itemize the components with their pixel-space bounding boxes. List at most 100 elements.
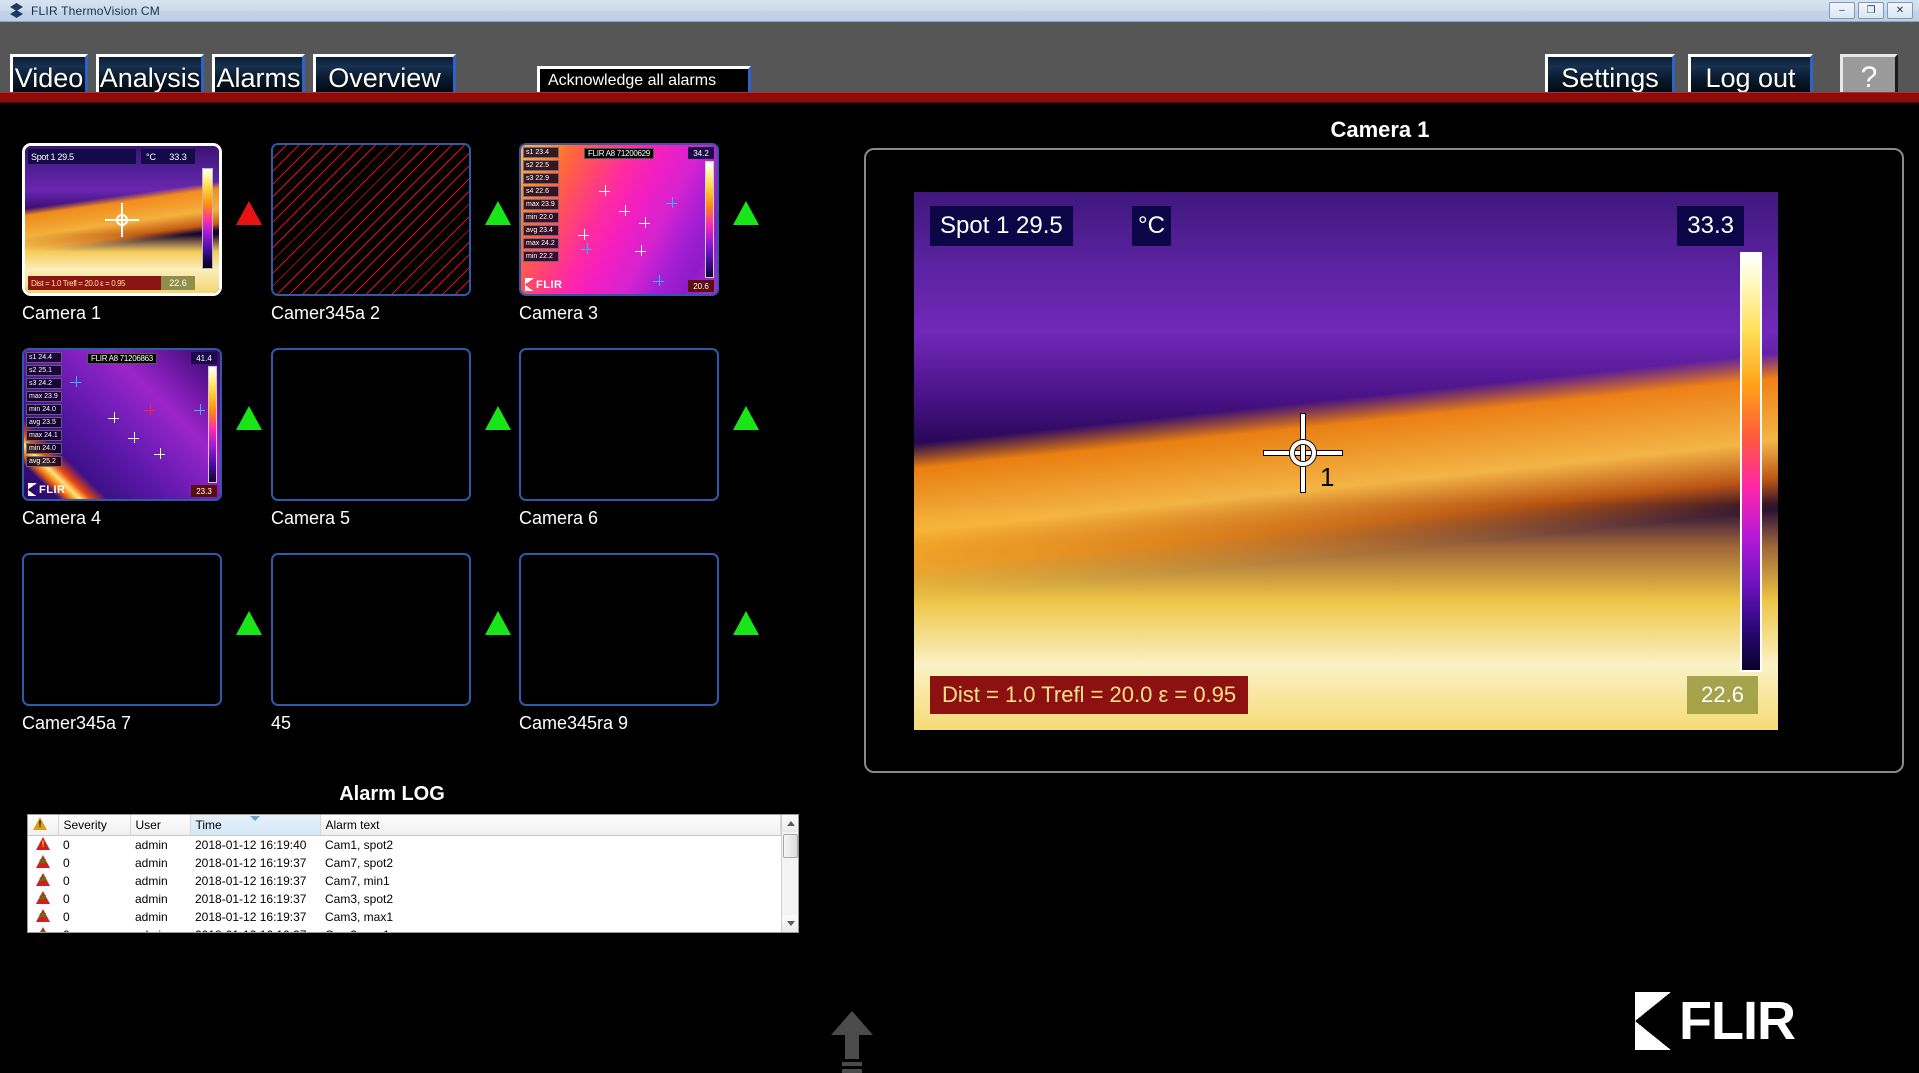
table-row[interactable]: 0 admin 2018-01-12 16:19:40 Cam1, spot2: [28, 836, 781, 855]
thumb-crosshair-icon: [105, 203, 139, 237]
camera-thumbnail-2[interactable]: [271, 143, 471, 296]
status-arrow-5: [485, 406, 511, 430]
row-user: admin: [130, 908, 190, 926]
row-severity: 0: [58, 872, 130, 890]
column-header-severity[interactable]: Severity: [58, 815, 130, 836]
camera-tile-1[interactable]: Spot 1 29.5 °C 33.3 Dist = 1.0 Trefl = 2…: [22, 143, 272, 324]
row-severity: 0: [58, 908, 130, 926]
flir-logo: FLIR: [1635, 990, 1795, 1052]
camera-label-4: Camera 4: [22, 508, 272, 529]
table-row[interactable]: 0 admin 2018-01-12 16:19:37 Cam3, avg1: [28, 926, 781, 932]
thumb3-readout: s1 23.4: [523, 147, 559, 158]
row-alarm-text: Cam3, avg1: [320, 926, 781, 932]
scroll-down-button[interactable]: [782, 915, 799, 932]
thumb3-camera-id: FLIR A8 71200629: [584, 148, 654, 159]
camera-tile-3[interactable]: FLIR A8 71200629 s1 23.4 s2 22.5 s3 22.9…: [519, 143, 769, 324]
main-camera-title: Camera 1: [860, 117, 1900, 143]
camera-thumbnail-7[interactable]: [22, 553, 222, 706]
camera-tile-7[interactable]: Camer345a 7: [22, 553, 272, 734]
camera-thumbnail-5[interactable]: [271, 348, 471, 501]
row-user: admin: [130, 872, 190, 890]
main-thermal-image[interactable]: Spot 1 29.5 °C 33.3 Dist = 1.0 Trefl = 2…: [914, 192, 1778, 730]
camera-thumbnail-6[interactable]: [519, 348, 719, 501]
column-header-time[interactable]: Time: [190, 815, 320, 836]
camera-label-8: 45: [271, 713, 521, 734]
camera-tile-6[interactable]: Camera 6: [519, 348, 769, 529]
thumb4-brand-text: FLIR: [39, 484, 65, 496]
table-row[interactable]: 0 admin 2018-01-12 16:19:37 Cam3, max1: [28, 908, 781, 926]
table-row[interactable]: 0 admin 2018-01-12 16:19:37 Cam3, spot2: [28, 890, 781, 908]
row-status-icon: [28, 872, 58, 890]
ok-icon: [36, 909, 50, 922]
column-header-icon[interactable]: [28, 815, 58, 836]
minimize-button[interactable]: –: [1829, 2, 1855, 19]
acknowledge-all-alarms-button[interactable]: Acknowledge all alarms: [537, 66, 751, 95]
status-accent-bar: [0, 92, 1919, 103]
camera-thumbnail-4[interactable]: FLIR A8 71206863 s1 24.4 s2 25.1 s3 24.2…: [22, 348, 222, 501]
main-measurement-params: Dist = 1.0 Trefl = 20.0 ε = 0.95: [930, 676, 1248, 714]
alarm-log-scrollbar[interactable]: [781, 815, 798, 932]
row-severity: 0: [58, 926, 130, 932]
row-status-icon: [28, 926, 58, 932]
scrollbar-thumb[interactable]: [783, 834, 798, 858]
row-time: 2018-01-12 16:19:40: [190, 836, 320, 855]
camera-thumbnail-3[interactable]: FLIR A8 71200629 s1 23.4 s2 22.5 s3 22.9…: [519, 143, 719, 296]
window-title-bar: FLIR ThermoVision CM – ❐ ✕: [0, 0, 1919, 22]
main-crosshair-icon[interactable]: 1: [1264, 414, 1342, 492]
thumb3-spot-marker: [619, 205, 630, 216]
thumb3-scale-min: 20.6: [688, 280, 714, 292]
camera-thumbnail-8[interactable]: [271, 553, 471, 706]
thumb-params: Dist = 1.0 Trefl = 20.0 ε = 0.95: [28, 276, 176, 290]
camera-tile-5[interactable]: Camera 5: [271, 348, 521, 529]
column-header-time-label: Time: [196, 818, 222, 832]
row-alarm-text: Cam3, max1: [320, 908, 781, 926]
row-alarm-text: Cam7, min1: [320, 872, 781, 890]
scroll-up-button[interactable]: [782, 815, 799, 832]
thumb3-brand-text: FLIR: [536, 279, 562, 291]
ok-icon: [36, 855, 50, 868]
close-button[interactable]: ✕: [1887, 2, 1913, 19]
main-crosshair-label: 1: [1320, 462, 1334, 493]
thumb3-spot-marker: [635, 245, 646, 256]
thumb3-readout: max 23.9: [523, 199, 559, 210]
row-time: 2018-01-12 16:19:37: [190, 926, 320, 932]
status-arrow-6: [733, 406, 759, 430]
thumbnail-row: Spot 1 29.5 °C 33.3 Dist = 1.0 Trefl = 2…: [22, 143, 762, 348]
main-color-scale: [1740, 252, 1762, 672]
thumb4-scale-max: 41.4: [191, 352, 217, 364]
table-row[interactable]: 0 admin 2018-01-12 16:19:37 Cam7, spot2: [28, 854, 781, 872]
alarm-log-panel[interactable]: Severity User Time Alarm text 0 admin: [27, 814, 799, 933]
thumb3-readout: min 22.0: [523, 212, 559, 223]
main-scale-max: 33.3: [1677, 206, 1744, 246]
warning-icon: [36, 837, 50, 850]
row-user: admin: [130, 854, 190, 872]
thumb3-color-scale: [705, 161, 714, 278]
restore-button[interactable]: ❐: [1858, 2, 1884, 19]
warning-triangle-icon: [33, 817, 47, 830]
ok-icon: [36, 873, 50, 886]
thumb3-readout: min 22.2: [523, 251, 559, 262]
camera-thumbnail-1[interactable]: Spot 1 29.5 °C 33.3 Dist = 1.0 Trefl = 2…: [22, 143, 222, 296]
camera-tile-2[interactable]: Camer345a 2: [271, 143, 521, 324]
column-header-alarm-text[interactable]: Alarm text: [320, 815, 781, 836]
flir-diamond-icon: [28, 483, 37, 496]
row-alarm-text: Cam3, spot2: [320, 890, 781, 908]
camera-thumbnail-grid: Spot 1 29.5 °C 33.3 Dist = 1.0 Trefl = 2…: [22, 143, 762, 758]
camera-tile-8[interactable]: 45: [271, 553, 521, 734]
thumb4-readout: min 24.0: [26, 404, 62, 415]
scroll-up-arrow-icon[interactable]: [828, 1011, 876, 1073]
main-unit-label: °C: [1132, 206, 1171, 246]
thumb4-readout: s1 24.4: [26, 352, 62, 363]
camera-tile-4[interactable]: FLIR A8 71206863 s1 24.4 s2 25.1 s3 24.2…: [22, 348, 272, 529]
row-alarm-text: Cam7, spot2: [320, 854, 781, 872]
camera-tile-9[interactable]: Came345ra 9: [519, 553, 769, 734]
thumb4-camera-id: FLIR A8 71206863: [87, 353, 157, 364]
status-arrow-1: [236, 201, 262, 225]
row-status-icon: [28, 908, 58, 926]
camera-thumbnail-9[interactable]: [519, 553, 719, 706]
table-row[interactable]: 0 admin 2018-01-12 16:19:37 Cam7, min1: [28, 872, 781, 890]
column-header-user[interactable]: User: [130, 815, 190, 836]
thermal-image-3: FLIR A8 71200629 s1 23.4 s2 22.5 s3 22.9…: [521, 145, 717, 294]
thumb4-scale-min: 23.3: [191, 485, 217, 497]
row-user: admin: [130, 890, 190, 908]
